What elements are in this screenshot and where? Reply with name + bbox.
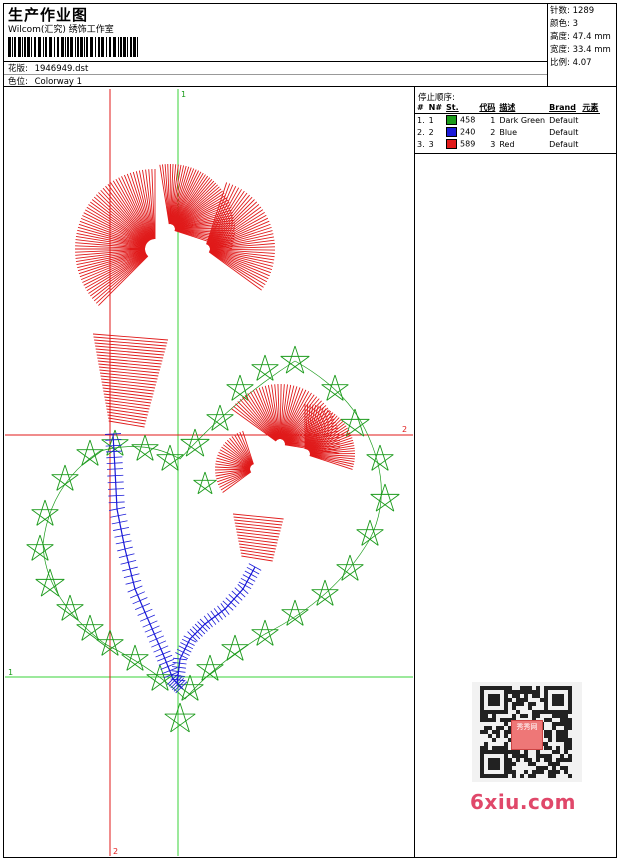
table-header-cell: 代码 [477,101,498,114]
stop-sequence-table: # N# St. 代码 描述 Brand 元素 1. 1 458 1 Dark Green Defau… [415,101,601,150]
cell-idx: 1. [417,115,425,125]
cell-desc: Blue [499,127,518,137]
meta-divider [3,61,548,62]
cell-idx: 3. [417,139,425,149]
table-header-cell: Brand [547,101,581,114]
stat-stitches: 针数: 1289 [550,6,595,16]
table-row: 1. 1 458 1 Dark Green Default [415,114,600,127]
color-swatch [446,115,458,125]
table-header-cell: St. [444,101,478,114]
design-label: 花版: [8,64,28,74]
panel-divider [414,86,415,858]
site-watermark: 6xiu.com [470,790,576,814]
stat-width: 宽度: 33.4 mm [550,45,611,55]
cell-element [580,126,600,138]
cell-brand: Default [549,115,579,125]
cell-n: 3 [428,139,434,149]
cell-element [580,114,600,127]
color-swatch [446,139,458,149]
guide-lines [5,89,413,856]
cell-n: 2 [428,127,434,137]
cell-st: 240 [444,126,477,138]
guide-label-bottom: 2 [113,847,118,856]
barcode-image [8,37,138,57]
cell-element [580,138,600,150]
cell-n: 1 [428,115,434,125]
stats-panel: 针数: 1289 颜色: 3 高度: 47.4 mm 宽度: 33.4 mm 比… [550,5,611,70]
stat-height: 高度: 47.4 mm [550,32,611,42]
meta-divider-2 [3,74,548,75]
guide-label-right: 2 [402,425,407,434]
embroidery-design [26,163,400,733]
cell-desc: Dark Green [499,115,546,125]
table-row: 2. 2 240 2 Blue Default [415,126,600,138]
cell-idx: 2. [417,127,425,137]
embroidery-canvas: 1 2 1 2 [5,89,413,856]
cell-brand: Default [549,139,579,149]
header-divider [3,86,617,87]
cell-code: 2 [490,127,496,137]
design-row: 花版: 1946949.dst [8,62,88,74]
table-header-cell: # [415,101,427,114]
qr-center-logo: 秀秀网 [511,720,543,750]
stats-divider [547,3,548,87]
cell-st: 589 [444,138,477,150]
stat-colors: 颜色: 3 [550,19,578,29]
table-header-cell: 元素 [580,101,601,114]
color-swatch [446,127,458,137]
table-header-cell: 描述 [497,101,548,114]
table-header-cell: N# [426,101,445,114]
guide-label-left: 1 [8,668,13,677]
table-row: 3. 3 589 3 Red Default [415,138,600,150]
cell-st: 458 [444,114,477,127]
design-value: 1946949.dst [34,64,89,74]
table-header-row: # N# St. 代码 描述 Brand 元素 [415,101,601,114]
cell-desc: Red [499,139,515,149]
cell-code: 1 [490,115,496,125]
cell-brand: Default [549,127,579,137]
stat-ratio: 比例: 4.07 [550,58,592,68]
cell-code: 3 [490,139,496,149]
page-subtitle: Wilcom(汇究) 绣饰工作室 [8,25,114,35]
table-divider [415,153,617,154]
guide-label-top: 1 [181,90,186,99]
